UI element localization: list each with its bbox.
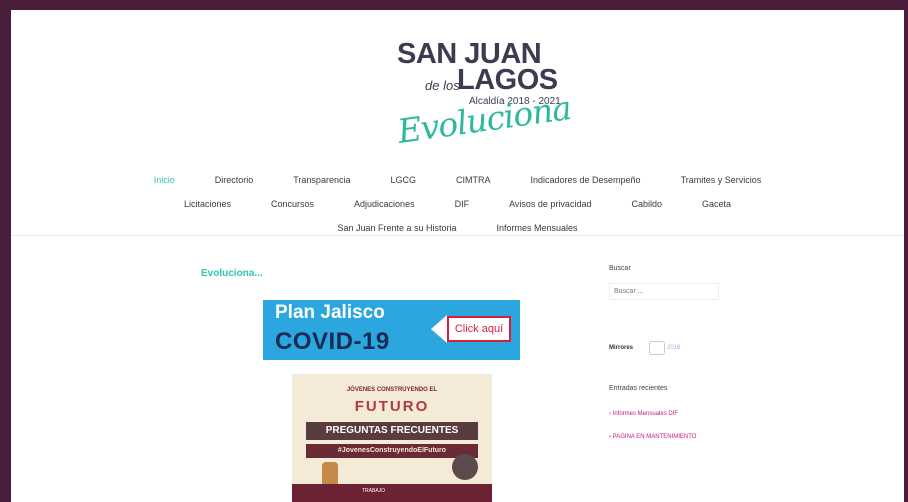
nav-item-cabildo[interactable]: Cabildo <box>631 199 662 209</box>
gear-icon <box>452 454 478 480</box>
covid-line-1: Plan Jalisco <box>275 302 385 323</box>
nav-item-indicadores-de-desempe-o[interactable]: Indicadores de Desempeño <box>530 175 640 185</box>
nav-item-directorio[interactable]: Directorio <box>215 175 254 185</box>
click-here-button[interactable]: Click aquí <box>447 316 511 342</box>
futuro-hashtag: #JovenesConstruyendoElFuturo <box>306 444 478 458</box>
nav-item-tramites-y-servicios[interactable]: Tramites y Servicios <box>681 175 762 185</box>
mirror-link[interactable]: 2016 <box>667 345 680 351</box>
nav-item-informes-mensuales[interactable]: Informes Mensuales <box>497 223 578 233</box>
nav-item-san-juan-frente-a-su-historia[interactable]: San Juan Frente a su Historia <box>337 223 456 233</box>
nav-row-1: Inicio Directorio Transparencia LGCG CIMTRA I… <box>11 168 904 192</box>
nav-row-3: San Juan Frente a su Historia Informes Me… <box>11 216 904 240</box>
covid-line-2: COVID-19 <box>275 328 390 355</box>
futuro-heading: PREGUNTAS FRECUENTES <box>306 422 478 440</box>
nav-item-adjudicaciones[interactable]: Adjudicaciones <box>354 199 415 209</box>
main-navigation: Inicio Directorio Transparencia LGCG CIMTRA I… <box>11 168 904 240</box>
recent-posts-label: Entradas recientes <box>609 385 668 392</box>
recent-post-link-2[interactable]: › PAGINA EN MANTENIMIENTO <box>609 434 696 440</box>
covid-banner[interactable]: Plan Jalisco COVID-19 Click aquí <box>263 300 520 360</box>
nav-item-dif[interactable]: DIF <box>455 199 470 209</box>
nav-row-2: Licitaciones Concursos Adjudicaciones DIF Av… <box>11 192 904 216</box>
futuro-footer-logo: TRABAJO <box>362 488 386 494</box>
nav-item-transparencia[interactable]: Transparencia <box>293 175 350 185</box>
person-illustration <box>322 462 338 484</box>
arrow-icon <box>431 315 447 343</box>
futuro-banner[interactable]: JÓVENES CONSTRUYENDO EL FUTURO PREGUNTAS… <box>292 374 492 502</box>
nav-item-lgcg[interactable]: LGCG <box>390 175 416 185</box>
mirror-logo-icon[interactable] <box>649 341 665 355</box>
search-input[interactable]: Buscar ... <box>609 283 719 300</box>
recent-post-2-text: PAGINA EN MANTENIMIENTO <box>612 434 697 440</box>
nav-item-inicio[interactable]: Inicio <box>154 175 175 185</box>
recent-post-link-1[interactable]: › Informes Mensuales DIF <box>609 411 678 417</box>
page-frame: SAN JUAN de los LAGOS Alcaldía 2018 - 20… <box>11 10 904 502</box>
site-logo[interactable]: SAN JUAN de los LAGOS Alcaldía 2018 - 20… <box>387 38 573 151</box>
logo-line-2-small: de los <box>425 78 460 93</box>
futuro-footer-bar <box>292 484 492 502</box>
nav-divider <box>11 235 904 236</box>
nav-item-avisos-de-privacidad[interactable]: Avisos de privacidad <box>509 199 591 209</box>
section-title: Evoluciona... <box>201 268 263 279</box>
mirrors-label: Mirrores <box>609 345 634 351</box>
recent-post-1-text: Informes Mensuales DIF <box>612 411 679 417</box>
futuro-title: FUTURO <box>354 398 430 415</box>
nav-item-cimtra[interactable]: CIMTRA <box>456 175 491 185</box>
nav-item-concursos[interactable]: Concursos <box>271 199 314 209</box>
nav-item-licitaciones[interactable]: Licitaciones <box>184 199 231 209</box>
nav-item-gaceta[interactable]: Gaceta <box>702 199 731 209</box>
search-label: Buscar <box>609 265 631 272</box>
futuro-top: JÓVENES CONSTRUYENDO EL <box>346 387 438 393</box>
